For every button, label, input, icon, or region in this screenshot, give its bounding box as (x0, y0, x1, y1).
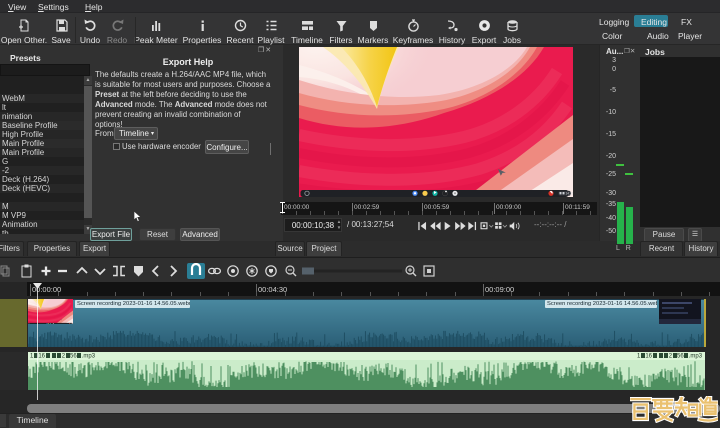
svg-text:14:36: 14:36 (566, 192, 574, 196)
